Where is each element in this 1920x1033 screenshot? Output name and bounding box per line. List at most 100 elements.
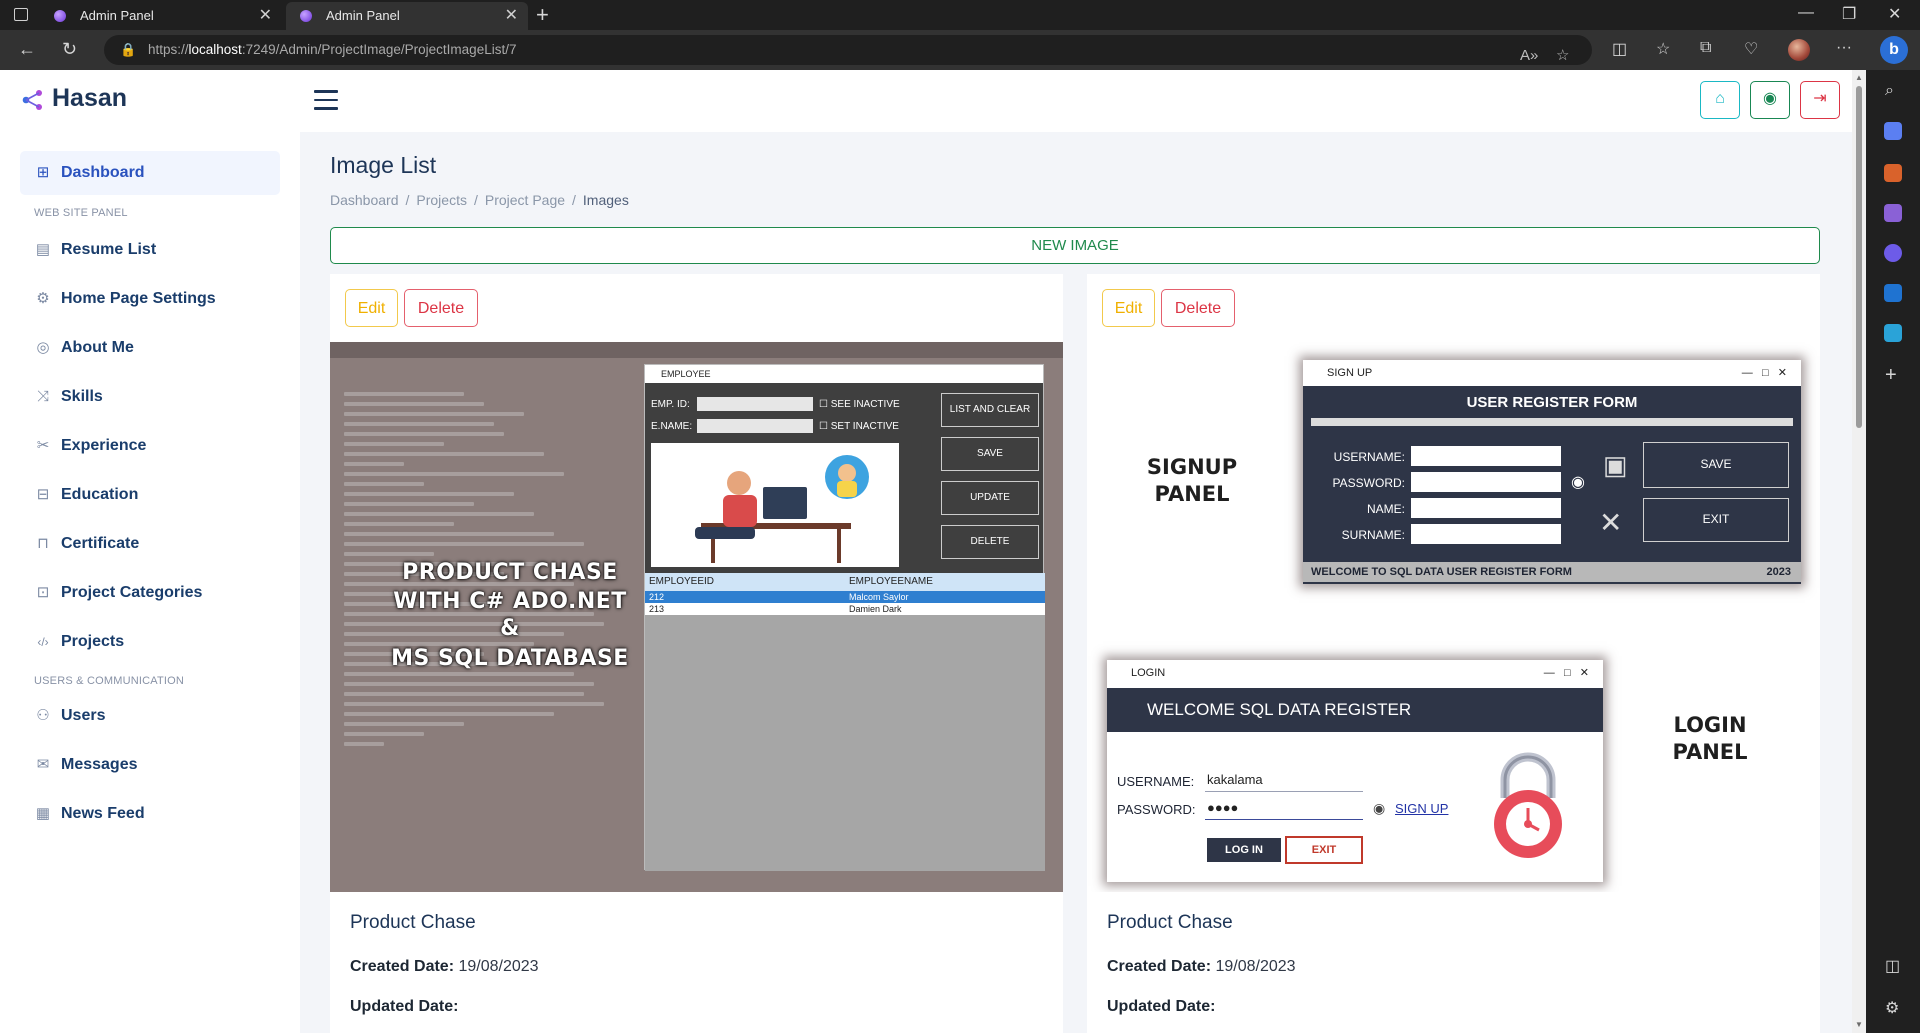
add-icon[interactable]: + xyxy=(1885,364,1897,387)
breadcrumb-dashboard[interactable]: Dashboard xyxy=(330,192,399,208)
image-card: Edit Delete SIGNUP PANEL LOGIN PANEL SIGN … xyxy=(1087,274,1820,1033)
signup-window: SIGN UP — □ ✕ USER REGISTER FORM USERNAME… xyxy=(1303,360,1801,584)
page-scrollbar[interactable]: ▲ ▼ xyxy=(1852,70,1866,1033)
tab-actions-icon[interactable] xyxy=(14,8,28,21)
sidebar-item-label: Messages xyxy=(61,756,138,773)
sidebar-item-certificate[interactable]: ⊓ Certificate xyxy=(20,522,280,566)
updated-date: Updated Date: xyxy=(350,998,458,1016)
signup-footer: WELCOME TO SQL DATA USER REGISTER FORM 20… xyxy=(1303,562,1801,582)
eye-icon: ◉ xyxy=(1373,800,1386,816)
form-header: USER REGISTER FORM xyxy=(1466,394,1638,411)
scroll-up-icon[interactable]: ▲ xyxy=(1855,73,1863,82)
grid-cell: 213 xyxy=(649,604,665,614)
logout-button[interactable]: ⇥ xyxy=(1800,81,1840,119)
sidebar-item-dashboard[interactable]: ⊞ Dashboard xyxy=(20,151,280,195)
form-button: LOG IN xyxy=(1207,838,1281,862)
sidebar-item-messages[interactable]: ✉ Messages xyxy=(20,743,280,787)
breadcrumb-project-page[interactable]: Project Page xyxy=(485,192,565,208)
sidebar-item-news-feed[interactable]: ▦ News Feed xyxy=(20,792,280,836)
sidebar-item-skills[interactable]: ⤨ Skills xyxy=(20,375,280,419)
split-screen-icon[interactable]: ◫ xyxy=(1612,39,1627,59)
updated-label: Updated Date: xyxy=(1107,998,1216,1015)
sidebar-item-about-me[interactable]: ◎ About Me xyxy=(20,326,280,370)
browser-tab-2[interactable]: Admin Panel ✕ xyxy=(286,2,528,30)
signup-link: SIGN UP xyxy=(1395,801,1449,816)
back-icon[interactable]: ← xyxy=(18,39,36,60)
more-icon[interactable]: ··· xyxy=(1836,39,1852,57)
grid-cell: 212 xyxy=(649,592,665,602)
address-bar-row: ← ↻ 🔒 https://localhost:7249/Admin/Proje… xyxy=(0,30,1920,70)
sidebar-item-label: Skills xyxy=(61,388,103,405)
copilot-icon[interactable] xyxy=(1884,244,1902,262)
sidebar-item-resume-list[interactable]: ▤ Resume List xyxy=(20,228,280,272)
performance-icon[interactable]: ♡ xyxy=(1744,39,1758,59)
signup-login-screenshot: SIGNUP PANEL LOGIN PANEL SIGN UP — □ ✕ USER… xyxy=(1087,342,1820,892)
form-label: EMP. ID: xyxy=(651,399,690,410)
scroll-thumb[interactable] xyxy=(1856,86,1862,428)
project-image[interactable]: SIGNUP PANEL LOGIN PANEL SIGN UP — □ ✕ USER… xyxy=(1087,342,1820,892)
restore-icon[interactable]: ❐ xyxy=(1842,4,1856,24)
edit-button[interactable]: Edit xyxy=(1102,289,1155,327)
checkbox-label: SET INACTIVE xyxy=(830,421,899,432)
shopping-icon[interactable] xyxy=(1884,122,1902,140)
read-aloud-icon[interactable]: A» xyxy=(1520,41,1538,71)
scroll-down-icon[interactable]: ▼ xyxy=(1855,1020,1863,1029)
sidebar-item-projects[interactable]: ‹/› Projects xyxy=(20,620,280,664)
home-button[interactable]: ⌂ xyxy=(1700,81,1740,119)
sidebar-item-project-categories[interactable]: ⊡ Project Categories xyxy=(20,571,280,615)
breadcrumb-projects[interactable]: Projects xyxy=(416,192,467,208)
tools-icon[interactable] xyxy=(1884,164,1902,182)
window-controls: — □ ✕ xyxy=(1543,667,1589,679)
grid-row: 213 Damien Dark xyxy=(645,603,1045,615)
delete-button[interactable]: Delete xyxy=(404,289,478,327)
brand-name[interactable]: Hasan xyxy=(52,84,127,113)
close-window-icon[interactable]: ✕ xyxy=(1888,4,1901,24)
profile-button[interactable]: ◉ xyxy=(1750,81,1790,119)
tools-icon: ✂ xyxy=(36,437,50,454)
favicon-icon xyxy=(300,10,312,22)
settings-icon[interactable]: ⚙ xyxy=(1885,998,1899,1018)
url-field[interactable]: 🔒 https://localhost:7249/Admin/ProjectIm… xyxy=(104,35,1592,65)
close-tab-icon[interactable]: ✕ xyxy=(259,2,272,30)
favorites-icon[interactable]: ☆ xyxy=(1656,39,1670,59)
sidebar-item-home-page-settings[interactable]: ⚙ Home Page Settings xyxy=(20,277,280,321)
games-icon[interactable] xyxy=(1884,204,1902,222)
window-title: EMPLOYEE xyxy=(645,365,1043,383)
user-circle-icon: ◉ xyxy=(1763,90,1777,107)
grid-icon: ⊞ xyxy=(36,164,50,181)
delete-button[interactable]: Delete xyxy=(1161,289,1235,327)
drop-icon[interactable] xyxy=(1884,324,1902,342)
created-value: 19/08/2023 xyxy=(458,958,539,975)
sidebar-item-education[interactable]: ⊟ Education xyxy=(20,473,280,517)
outlook-icon[interactable] xyxy=(1884,284,1902,302)
form-label: PASSWORD: xyxy=(1332,476,1405,490)
window-title: SIGN UP xyxy=(1327,367,1373,379)
edit-button[interactable]: Edit xyxy=(345,289,398,327)
grid-cell: Malcom Saylor xyxy=(849,592,909,602)
bing-icon[interactable]: b xyxy=(1880,36,1908,64)
grid-header: EMPLOYEEID xyxy=(649,576,715,587)
new-image-button[interactable]: NEW IMAGE xyxy=(330,227,1820,264)
sidebar-section-heading: USERS & COMMUNICATION xyxy=(34,675,185,687)
project-image[interactable]: PRODUCT CHASE WITH C# ADO.NET & MS SQL D… xyxy=(330,342,1063,892)
new-tab-icon[interactable]: + xyxy=(536,2,549,28)
window-titlebar: SIGN UP — □ ✕ xyxy=(1303,360,1801,386)
form-label: E.NAME: xyxy=(651,421,693,432)
minimize-icon[interactable]: — xyxy=(1798,4,1814,22)
browser-tab-1[interactable]: Admin Panel ✕ xyxy=(40,2,282,30)
sidebar-item-experience[interactable]: ✂ Experience xyxy=(20,424,280,468)
shuffle-icon: ⤨ xyxy=(36,388,49,405)
sidebar-item-users[interactable]: ⚇ Users xyxy=(20,694,280,738)
created-value: 19/08/2023 xyxy=(1215,958,1296,975)
favorite-icon[interactable]: ☆ xyxy=(1556,41,1569,71)
form-label: PASSWORD: xyxy=(1117,802,1196,817)
collections-icon[interactable]: ⧉ xyxy=(1700,39,1711,57)
overlay-line: & xyxy=(500,616,520,641)
sidebar-toggle-icon[interactable]: ◫ xyxy=(1885,956,1900,976)
close-tab-icon[interactable]: ✕ xyxy=(505,2,518,30)
sidebar-item-label: Project Categories xyxy=(61,584,203,601)
refresh-icon[interactable]: ↻ xyxy=(62,39,77,60)
menu-toggle-icon[interactable] xyxy=(314,90,338,110)
profile-avatar[interactable] xyxy=(1788,39,1810,61)
search-icon[interactable]: ⌕ xyxy=(1885,82,1894,100)
